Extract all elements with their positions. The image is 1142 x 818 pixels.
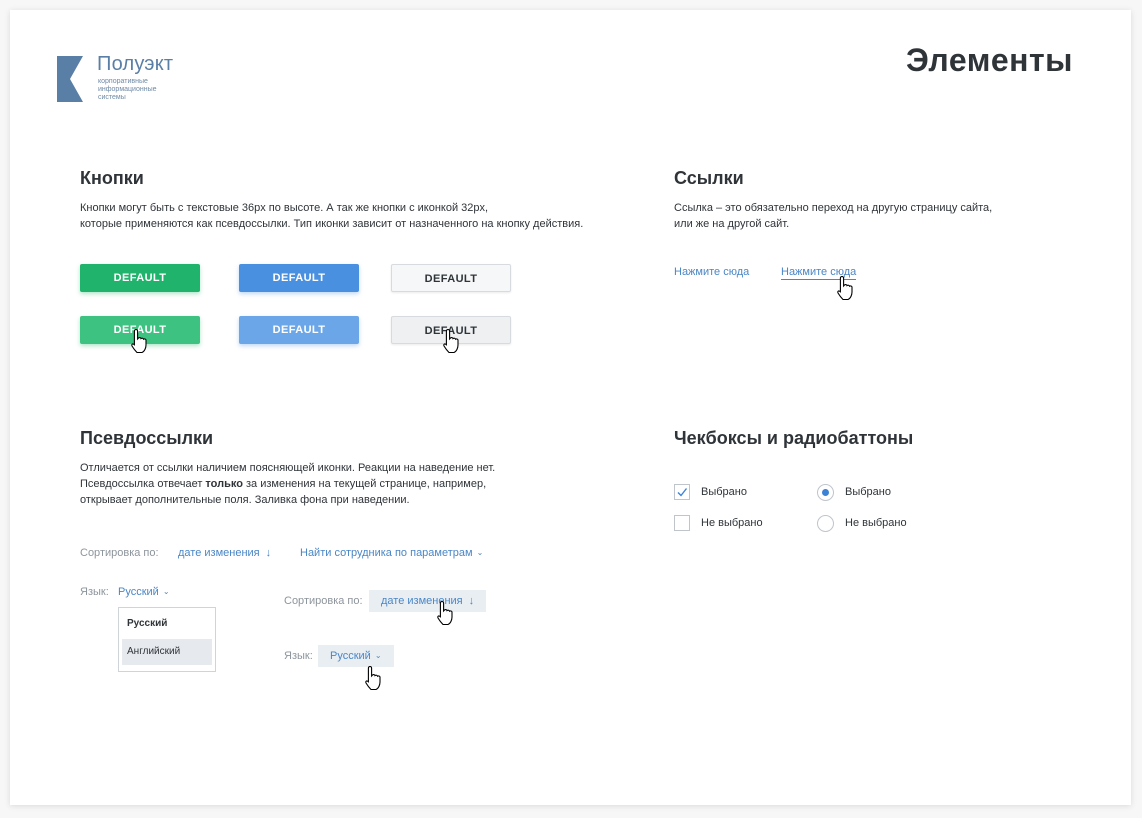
link-default[interactable]: Нажмите сюда <box>674 266 749 278</box>
buttons-desc-line-2: которые применяются как псевдоссылки. Ти… <box>80 218 584 230</box>
checkbox-unchecked-label: Не выбрано <box>701 517 763 529</box>
language-label: Язык: <box>80 586 109 598</box>
arrow-down-icon: ↓ <box>468 595 475 607</box>
button-blue-hover[interactable]: DEFAULT <box>239 316 359 344</box>
radio-unchecked-label: Не выбрано <box>845 517 907 529</box>
pseudo-desc-line-2: Псевдоссылка отвечает только за изменени… <box>80 476 560 492</box>
arrow-down-icon: ↓ <box>265 547 272 559</box>
language-pseudo-link[interactable]: Русский ⌄ <box>118 586 170 598</box>
chevron-down-icon: ⌄ <box>162 587 170 596</box>
language-label-hover-example: Язык: <box>284 650 313 662</box>
button-blue-default[interactable]: DEFAULT <box>239 264 359 292</box>
pseudo-links-description: Отличается от ссылки наличием поясняющей… <box>80 460 560 508</box>
links-desc-line-2: или же на другой сайт. <box>674 218 790 230</box>
pseudo-desc-line-3: открывает дополнительные поля. Заливка ф… <box>80 494 410 506</box>
dropdown-option-english[interactable]: Английский <box>122 639 212 665</box>
checkboxes-heading: Чекбоксы и радиобаттоны <box>674 428 914 448</box>
sort-value: дате изменения <box>178 547 260 559</box>
link-hover[interactable]: Нажмите сюда <box>781 266 857 280</box>
radio-dot <box>822 489 829 496</box>
page-sheet: Полуэкт корпоративные информационные сис… <box>10 10 1131 805</box>
button-white-default[interactable]: DEFAULT <box>391 264 511 292</box>
buttons-description: Кнопки могут быть с текстовые 36px по вы… <box>80 200 620 232</box>
radio-unchecked[interactable] <box>817 515 834 532</box>
hand-pointer-icon <box>365 665 381 691</box>
page-title: Элементы <box>905 42 1073 78</box>
links-heading: Ссылки <box>674 168 744 188</box>
sort-label-hover-example: Сортировка по: <box>284 595 363 607</box>
logo-tagline: корпоративные информационные системы <box>98 78 157 101</box>
find-employee-pseudo-link[interactable]: Найти сотрудника по параметрам ⌄ <box>300 547 483 559</box>
logo-name: Полуэкт <box>97 53 174 75</box>
buttons-desc-line-1: Кнопки могут быть с текстовые 36px по вы… <box>80 202 489 214</box>
checkmark-icon <box>677 488 688 497</box>
button-green-hover[interactable]: DEFAULT <box>80 316 200 344</box>
pseudo-links-heading: Псевдоссылки <box>80 428 214 448</box>
pseudo-desc-line-2-pre: Псевдоссылка отвечает <box>80 478 206 490</box>
language-value-hover: Русский <box>330 650 371 662</box>
pseudo-desc-line-2-post: за изменения на текущей странице, наприм… <box>242 478 487 490</box>
dropdown-option-russian[interactable]: Русский <box>122 611 212 637</box>
sort-pseudo-link-hover[interactable]: дате изменения ↓ <box>369 590 487 612</box>
links-desc-line-1: Ссылка – это обязательно переход на друг… <box>674 202 993 214</box>
pseudo-desc-line-1: Отличается от ссылки наличием поясняющей… <box>80 462 496 474</box>
checkbox-checked[interactable] <box>674 484 690 500</box>
chevron-down-icon: ⌄ <box>476 548 484 557</box>
buttons-heading: Кнопки <box>80 168 144 188</box>
checkbox-checked-label: Выбрано <box>701 486 747 498</box>
button-white-hover[interactable]: DEFAULT <box>391 316 511 344</box>
button-green-default[interactable]: DEFAULT <box>80 264 200 292</box>
radio-checked-label: Выбрано <box>845 486 891 498</box>
sort-label: Сортировка по: <box>80 547 159 559</box>
radio-checked[interactable] <box>817 484 834 501</box>
language-value: Русский <box>118 586 159 598</box>
sort-value-hover: дате изменения <box>381 595 463 607</box>
checkbox-unchecked[interactable] <box>674 515 690 531</box>
sort-pseudo-link[interactable]: дате изменения ↓ <box>178 547 271 559</box>
links-description: Ссылка – это обязательно переход на друг… <box>674 200 1074 232</box>
logo-k-icon <box>57 56 83 102</box>
language-dropdown: Русский Английский <box>118 607 216 672</box>
find-employee-label: Найти сотрудника по параметрам <box>300 547 473 559</box>
language-pseudo-link-hover[interactable]: Русский ⌄ <box>318 645 394 667</box>
pseudo-desc-line-2-bold: только <box>205 478 243 490</box>
chevron-down-icon: ⌄ <box>374 651 382 660</box>
